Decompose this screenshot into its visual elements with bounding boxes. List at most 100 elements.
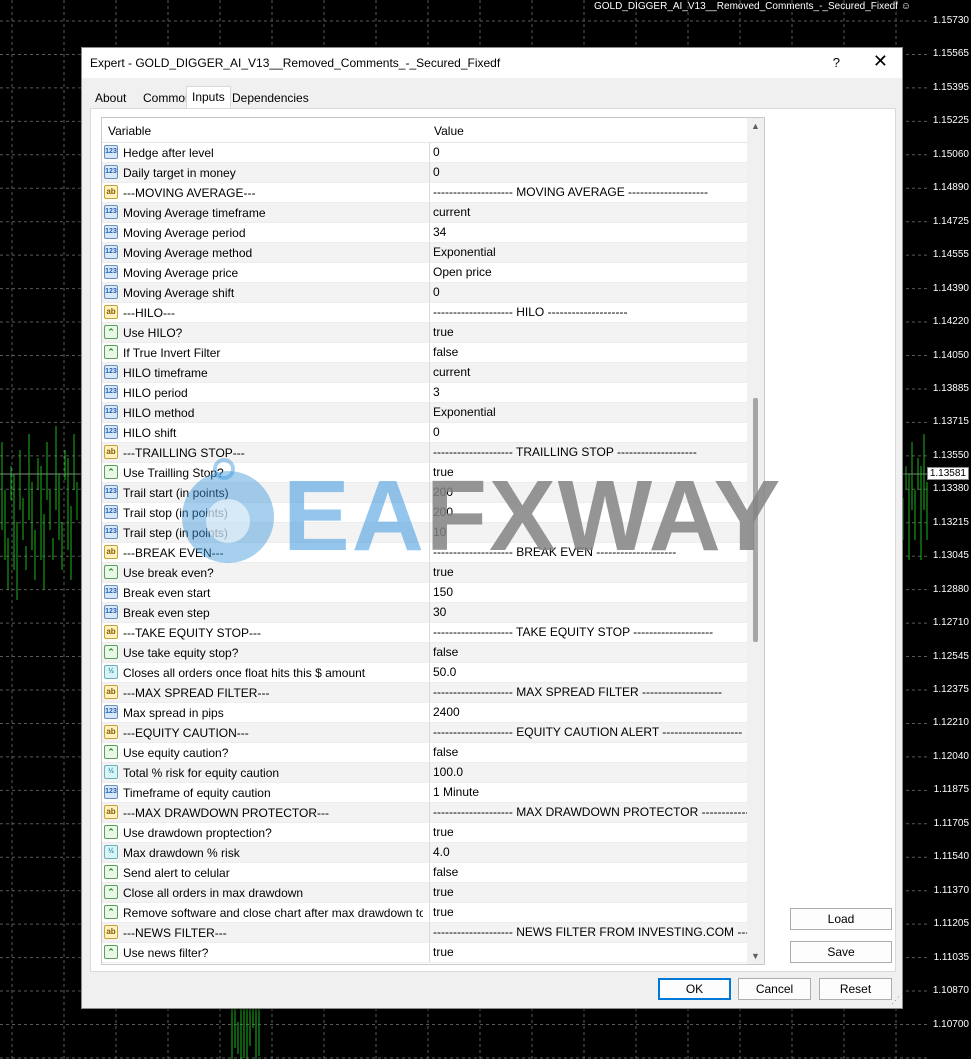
input-row[interactable]: ½ Total % risk for equity caution 100.0 [102,763,747,783]
scroll-thumb[interactable] [753,398,758,642]
variable-value[interactable]: true [429,563,747,582]
variable-value[interactable]: Exponential [429,243,747,262]
help-button[interactable]: ? [833,55,840,70]
variable-value[interactable]: false [429,863,747,882]
variable-value[interactable]: Open price [429,263,747,282]
variable-value[interactable]: 3 [429,383,747,402]
tab-inputs[interactable]: Inputs [186,86,231,109]
input-row[interactable]: 123 Moving Average price Open price [102,263,747,283]
input-row[interactable]: ⌃ Use equity caution? false [102,743,747,763]
input-row[interactable]: ⌃ Use break even? true [102,563,747,583]
tab-about[interactable]: About [90,89,131,108]
input-row[interactable]: ⌃ Remove software and close chart after m… [102,903,747,923]
input-row[interactable]: ⌃ If True Invert Filter false [102,343,747,363]
variable-value[interactable]: true [429,823,747,842]
variable-value[interactable]: 0 [429,143,747,162]
column-header-variable[interactable]: Variable [108,124,151,138]
variable-value[interactable]: true [429,463,747,482]
vertical-scrollbar[interactable]: ▲ ▼ [747,118,764,964]
variable-value[interactable]: 10 [429,523,747,542]
input-row[interactable]: 123 Max spread in pips 2400 [102,703,747,723]
variable-value[interactable]: current [429,363,747,382]
input-row[interactable]: ab ---MAX SPREAD FILTER--- ---------------… [102,683,747,703]
variable-value[interactable]: false [429,743,747,762]
input-row[interactable]: 123 Moving Average shift 0 [102,283,747,303]
variable-value[interactable]: 0 [429,283,747,302]
input-row[interactable]: ab ---TRAILLING STOP--- ------------------… [102,443,747,463]
variable-value[interactable]: -------------------- MAX DRAWDOWN PROTEC… [429,803,747,822]
input-row[interactable]: ½ Closes all orders once float hits this … [102,663,747,683]
tab-dependencies[interactable]: Dependencies [227,89,314,108]
input-row[interactable]: ab ---TAKE EQUITY STOP--- ----------------… [102,623,747,643]
input-row[interactable]: ab ---MAX DRAWDOWN PROTECTOR--- ----------… [102,803,747,823]
input-row[interactable]: ⌃ Close all orders in max drawdown true [102,883,747,903]
input-row[interactable]: ab ---BREAK EVEN--- -------------------- B… [102,543,747,563]
variable-value[interactable]: 200 [429,503,747,522]
reset-button[interactable]: Reset [819,978,892,1000]
dialog-titlebar[interactable]: Expert - GOLD_DIGGER_AI_V13__Removed_Com… [82,48,902,78]
variable-value[interactable]: -------------------- MAX SPREAD FILTER -… [429,683,747,702]
input-row[interactable]: ab ---HILO--- -------------------- HILO --… [102,303,747,323]
variable-value[interactable]: Exponential [429,403,747,422]
variable-value[interactable]: -------------------- EQUITY CAUTION ALER… [429,723,747,742]
input-row[interactable]: ⌃ Use take equity stop? false [102,643,747,663]
save-button[interactable]: Save [790,941,892,963]
variable-value[interactable]: 200 [429,483,747,502]
input-row[interactable]: ⌃ Use Trailling Stop? true [102,463,747,483]
input-row[interactable]: ⌃ Use drawdown proptection? true [102,823,747,843]
input-row[interactable]: ab ---MOVING AVERAGE--- ------------------… [102,183,747,203]
input-row[interactable]: 123 Trail step (in points) 10 [102,523,747,543]
variable-value[interactable]: 1 Minute [429,783,747,802]
variable-value[interactable]: true [429,943,747,962]
input-row[interactable]: ⌃ Send alert to celular false [102,863,747,883]
scroll-up-icon[interactable]: ▲ [751,121,760,131]
variable-value[interactable]: 150 [429,583,747,602]
variable-value[interactable]: -------------------- TRAILLING STOP ----… [429,443,747,462]
input-row[interactable]: ab ---EQUITY CAUTION--- ------------------… [102,723,747,743]
input-row[interactable]: 123 Hedge after level 0 [102,143,747,163]
variable-value[interactable]: 50.0 [429,663,747,682]
input-row[interactable]: 123 HILO timeframe current [102,363,747,383]
input-row[interactable]: 123 Break even step 30 [102,603,747,623]
variable-value[interactable]: 4.0 [429,843,747,862]
variable-value[interactable]: true [429,883,747,902]
input-row[interactable]: 123 HILO shift 0 [102,423,747,443]
variable-value[interactable]: 34 [429,223,747,242]
input-row[interactable]: 123 Timeframe of equity caution 1 Minute [102,783,747,803]
variable-value[interactable]: -------------------- NEWS FILTER FROM IN… [429,923,747,942]
variable-value[interactable]: -------------------- HILO --------------… [429,303,747,322]
input-row[interactable]: 123 Break even start 150 [102,583,747,603]
variable-value[interactable]: -------------------- TAKE EQUITY STOP --… [429,623,747,642]
variable-value[interactable]: true [429,323,747,342]
input-row[interactable]: 123 HILO method Exponential [102,403,747,423]
input-row[interactable]: ½ Max drawdown % risk 4.0 [102,843,747,863]
cancel-button[interactable]: Cancel [738,978,811,1000]
variable-value[interactable]: 0 [429,163,747,182]
input-row[interactable]: 123 Moving Average method Exponential [102,243,747,263]
resize-grip-icon[interactable]: ⋰ [891,995,900,1006]
variable-value[interactable]: -------------------- MOVING AVERAGE ----… [429,183,747,202]
input-row[interactable]: 123 Moving Average timeframe current [102,203,747,223]
input-row[interactable]: 123 Trail stop (in points) 200 [102,503,747,523]
scroll-down-icon[interactable]: ▼ [751,951,760,961]
input-row[interactable]: ⌃ Use news filter? true [102,943,747,963]
variable-value[interactable]: false [429,643,747,662]
column-header-value[interactable]: Value [434,124,464,138]
input-row[interactable]: 123 Moving Average period 34 [102,223,747,243]
input-row[interactable]: ab ---NEWS FILTER--- -------------------- … [102,923,747,943]
variable-value[interactable]: 30 [429,603,747,622]
variable-value[interactable]: true [429,903,747,922]
close-icon[interactable]: ✕ [873,51,888,72]
input-row[interactable]: 123 Trail start (in points) 200 [102,483,747,503]
ok-button[interactable]: OK [658,978,731,1000]
variable-value[interactable]: 100.0 [429,763,747,782]
variable-value[interactable]: -------------------- BREAK EVEN --------… [429,543,747,562]
variable-value[interactable]: current [429,203,747,222]
load-button[interactable]: Load [790,908,892,930]
input-row[interactable]: 123 HILO period 3 [102,383,747,403]
variable-value[interactable]: false [429,343,747,362]
variable-value[interactable]: 0 [429,423,747,442]
variable-value[interactable]: 2400 [429,703,747,722]
input-row[interactable]: ⌃ Use HILO? true [102,323,747,343]
input-row[interactable]: 123 Daily target in money 0 [102,163,747,183]
